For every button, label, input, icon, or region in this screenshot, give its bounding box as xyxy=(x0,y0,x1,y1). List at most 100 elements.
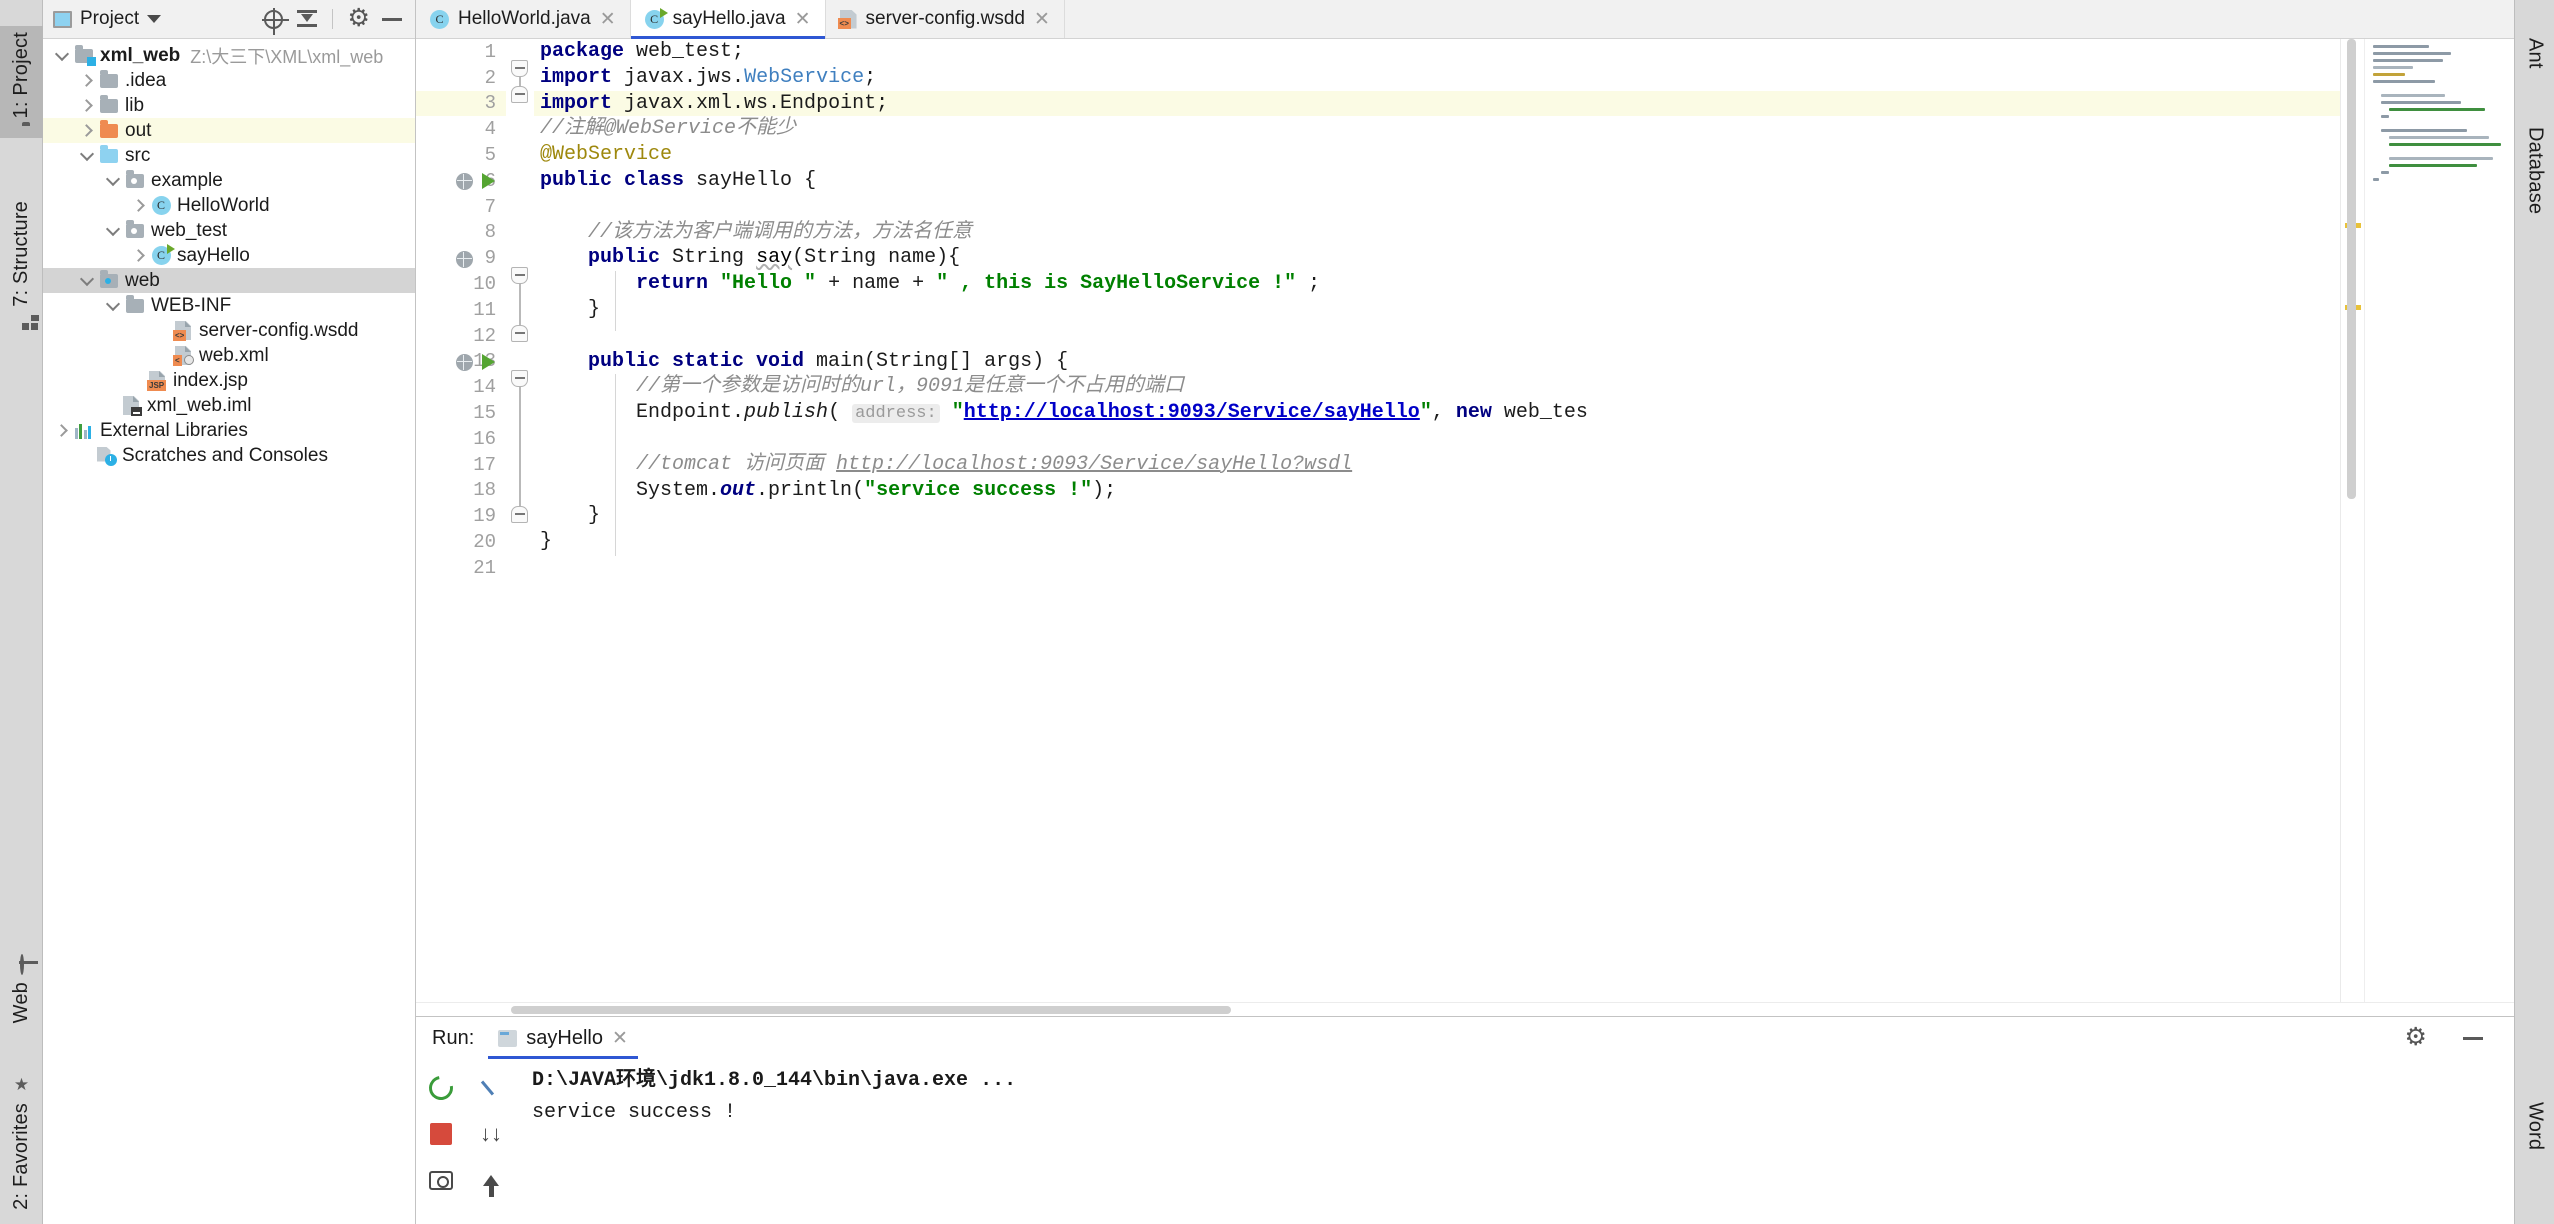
chevron-down-icon[interactable] xyxy=(147,15,161,23)
chevron-down-icon[interactable] xyxy=(51,53,73,59)
right-tool-window-strip: Ant Database Word xyxy=(2514,0,2554,1224)
close-icon[interactable]: ✕ xyxy=(612,1027,628,1050)
tree-node-label: web xyxy=(125,270,160,292)
web-service-icon[interactable] xyxy=(454,352,474,372)
tool-tab-ant[interactable]: Ant xyxy=(2515,26,2554,75)
scroll-to-top-button[interactable] xyxy=(466,1157,516,1203)
chevron-right-icon[interactable] xyxy=(128,251,150,260)
tool-tab-word[interactable]: Word xyxy=(2515,1090,2554,1156)
chevron-right-icon[interactable] xyxy=(76,101,98,110)
console-line: D:\JAVA环境\jdk1.8.0_144\bin\java.exe ... xyxy=(532,1065,2514,1097)
run-hide-button[interactable] xyxy=(2460,1025,2486,1051)
editor-tab-label: HelloWorld.java xyxy=(458,8,591,30)
run-console-output[interactable]: D:\JAVA环境\jdk1.8.0_144\bin\java.exe ... … xyxy=(516,1059,2514,1224)
run-icon[interactable] xyxy=(478,352,498,372)
fold-toggle-icon[interactable] xyxy=(511,370,528,387)
fold-toggle-icon[interactable] xyxy=(511,60,528,77)
tree-node-scratches-and-consoles[interactable]: Scratches and Consoles xyxy=(43,443,415,468)
editor-tab-sayHello-java[interactable]: C sayHello.java ✕ xyxy=(631,0,826,38)
soft-wrap-button[interactable]: ↓↓ xyxy=(466,1111,516,1157)
tree-node-label: lib xyxy=(125,95,144,117)
code-line-1: package web_test; xyxy=(534,39,2340,65)
chevron-down-icon[interactable] xyxy=(102,303,124,309)
run-tab-sayHello[interactable]: sayHello ✕ xyxy=(488,1017,638,1059)
chevron-down-icon[interactable] xyxy=(76,153,98,159)
fold-toggle-icon[interactable] xyxy=(511,86,528,103)
tree-node-sayHello[interactable]: C sayHello xyxy=(43,243,415,268)
code-line-7 xyxy=(534,194,2340,220)
locate-file-button[interactable] xyxy=(260,6,286,32)
stop-button[interactable] xyxy=(416,1111,466,1157)
print-button[interactable] xyxy=(416,1157,466,1203)
inlay-hint: address: xyxy=(852,404,940,423)
settings-button[interactable] xyxy=(345,6,371,32)
java-class-icon: C xyxy=(150,196,172,215)
chevron-down-icon[interactable] xyxy=(76,278,98,284)
edit-configuration-button[interactable] xyxy=(466,1065,516,1111)
editor-tab-HelloWorld-java[interactable]: C HelloWorld.java ✕ xyxy=(416,0,631,38)
tool-tab-database[interactable]: Database xyxy=(2515,115,2554,220)
close-icon[interactable]: ✕ xyxy=(795,10,811,29)
tree-node-server-config-wsdd[interactable]: <> server-config.wsdd xyxy=(43,318,415,343)
tree-node-xml_web[interactable]: xml_web Z:\大三下\XML\xml_web xyxy=(43,43,415,68)
line-number: 16 xyxy=(416,426,506,452)
editor-horizontal-scrollbar[interactable] xyxy=(416,1002,2514,1016)
tool-tab-project[interactable]: 1: Project xyxy=(0,26,43,138)
close-icon[interactable]: ✕ xyxy=(1034,10,1050,29)
idea-window: 1: Project 7: Structure Web ★ 2: Favorit… xyxy=(0,0,2554,1224)
horizontal-scroll-thumb[interactable] xyxy=(511,1006,1231,1014)
run-icon[interactable] xyxy=(478,171,498,191)
tree-node-label: web_test xyxy=(151,220,227,242)
chevron-right-icon[interactable] xyxy=(76,76,98,85)
collapse-all-button[interactable] xyxy=(294,6,320,32)
editor-gutter[interactable]: 1 2 3 4 5 6 7 8 9 10 11 12 13 14 15 16 1 xyxy=(416,39,506,1002)
tool-tab-structure[interactable]: 7: Structure xyxy=(0,195,43,327)
code-editor[interactable]: 1 2 3 4 5 6 7 8 9 10 11 12 13 14 15 16 1 xyxy=(416,39,2514,1002)
tree-node-example[interactable]: example xyxy=(43,168,415,193)
tree-node-out[interactable]: out xyxy=(43,118,415,143)
editor-tab-server-config-wsdd[interactable]: <> server-config.wsdd ✕ xyxy=(826,0,1065,38)
run-settings-button[interactable] xyxy=(2402,1025,2428,1051)
tree-node-external-libraries[interactable]: External Libraries xyxy=(43,418,415,443)
tree-node-web[interactable]: web xyxy=(43,268,415,293)
rerun-button[interactable] xyxy=(416,1065,466,1111)
code-line-16 xyxy=(534,426,2340,452)
libraries-icon xyxy=(73,423,95,439)
gear-icon xyxy=(348,9,369,30)
tree-node-src[interactable]: src xyxy=(43,143,415,168)
tool-tab-favorites[interactable]: ★ 2: Favorites xyxy=(0,1070,43,1216)
url-link[interactable]: http://localhost:9093/Service/sayHello?w… xyxy=(836,453,1352,476)
editor-fold-bar[interactable] xyxy=(506,39,534,1002)
url-link[interactable]: http://localhost:9093/Service/sayHello xyxy=(964,401,1420,424)
tree-node-xml_web-iml[interactable]: xml_web.iml xyxy=(43,393,415,418)
pen-icon xyxy=(480,1077,502,1099)
chevron-down-icon[interactable] xyxy=(102,228,124,234)
tree-node-HelloWorld[interactable]: C HelloWorld xyxy=(43,193,415,218)
editor-marker-column[interactable] xyxy=(2340,39,2364,1002)
chevron-right-icon[interactable] xyxy=(51,426,73,435)
editor-preview-minimap[interactable] xyxy=(2364,39,2514,1002)
fold-toggle-icon[interactable] xyxy=(511,267,528,284)
fold-toggle-icon[interactable] xyxy=(511,325,528,342)
tool-tab-web[interactable]: Web xyxy=(0,950,43,1029)
code-line-17: //tomcat 访问页面 http://localhost:9093/Serv… xyxy=(534,452,2340,478)
chevron-right-icon[interactable] xyxy=(76,126,98,135)
tree-node-idea[interactable]: .idea xyxy=(43,68,415,93)
web-service-icon[interactable] xyxy=(454,249,474,269)
chevron-down-icon[interactable] xyxy=(102,178,124,184)
run-toolbar: ↓↓ xyxy=(416,1059,516,1224)
tree-node-lib[interactable]: lib xyxy=(43,93,415,118)
hide-panel-button[interactable] xyxy=(379,6,405,32)
editor-scrollbar-thumb[interactable] xyxy=(2347,39,2356,499)
tree-node-WEB-INF[interactable]: WEB-INF xyxy=(43,293,415,318)
code-content[interactable]: package web_test; import javax.jws.WebSe… xyxy=(534,39,2340,1002)
fold-toggle-icon[interactable] xyxy=(511,506,528,523)
tree-node-web_test[interactable]: web_test xyxy=(43,218,415,243)
tree-node-web-xml[interactable]: < web.xml xyxy=(43,343,415,368)
close-icon[interactable]: ✕ xyxy=(600,10,616,29)
folder-web-icon xyxy=(98,274,120,288)
tree-node-index-jsp[interactable]: JSP index.jsp xyxy=(43,368,415,393)
project-tree[interactable]: xml_web Z:\大三下\XML\xml_web .idea lib xyxy=(43,39,415,1224)
chevron-right-icon[interactable] xyxy=(128,201,150,210)
web-service-icon[interactable] xyxy=(454,171,474,191)
